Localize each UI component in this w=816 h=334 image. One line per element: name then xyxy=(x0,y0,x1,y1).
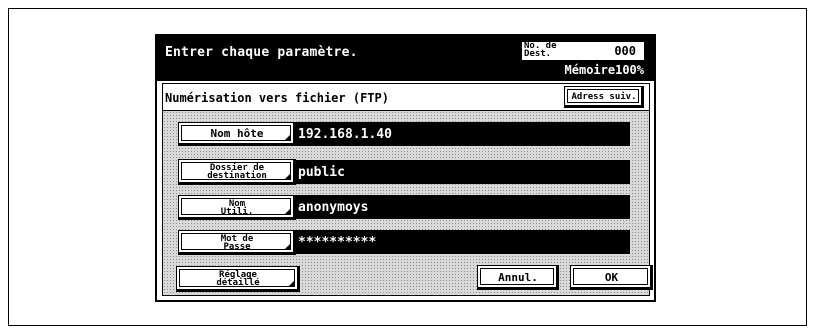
destination-counter: No. de Dest. 000 xyxy=(522,42,644,60)
corner-arrow-icon xyxy=(289,281,294,286)
cancel-button-label: Annul. xyxy=(498,270,538,284)
corner-arrow-icon xyxy=(285,209,290,214)
cancel-button[interactable]: Annul. xyxy=(477,265,559,290)
corner-arrow-icon xyxy=(285,135,290,140)
section-title: Numérisation vers fichier (FTP) xyxy=(165,91,389,105)
destination-label: No. de Dest. xyxy=(524,41,557,59)
destination-count: 000 xyxy=(614,44,636,58)
corner-arrow-icon xyxy=(285,174,290,179)
memory-status: Mémoire100% xyxy=(564,63,644,77)
corner-arrow-icon xyxy=(285,244,290,249)
user-name-button[interactable]: Nom Utili. xyxy=(178,195,296,220)
detail-settings-label: Réglage détaillé xyxy=(216,270,260,288)
detail-settings-button[interactable]: Réglage détaillé xyxy=(176,266,300,292)
host-name-button[interactable]: Nom hôte xyxy=(178,122,296,146)
instruction-text: Entrer chaque paramètre. xyxy=(165,45,358,60)
header-bar: Entrer chaque paramètre. No. de Dest. 00… xyxy=(157,36,654,81)
settings-area: Numérisation vers fichier (FTP) Adress s… xyxy=(162,83,653,296)
destination-folder-button[interactable]: Dossier de destination xyxy=(178,159,296,185)
host-name-field[interactable]: 192.168.1.40 xyxy=(296,122,630,146)
user-name-field[interactable]: anonymoys xyxy=(296,195,630,219)
host-name-label: Nom hôte xyxy=(210,127,264,140)
next-address-button-label: Adress suiv. xyxy=(571,92,637,102)
ok-button-label: OK xyxy=(604,270,619,284)
password-button[interactable]: Mot de Passe xyxy=(178,230,296,255)
ok-button[interactable]: OK xyxy=(570,265,653,290)
user-name-label: Nom Utili. xyxy=(220,198,254,217)
destination-folder-field[interactable]: public xyxy=(296,160,630,184)
destination-folder-label: Dossier de destination xyxy=(207,163,267,181)
control-panel-screen: Entrer chaque paramètre. No. de Dest. 00… xyxy=(155,34,656,302)
next-address-button[interactable]: Adress suiv. xyxy=(564,86,644,108)
password-field[interactable]: ********** xyxy=(296,230,630,254)
password-label: Mot de Passe xyxy=(220,233,254,252)
